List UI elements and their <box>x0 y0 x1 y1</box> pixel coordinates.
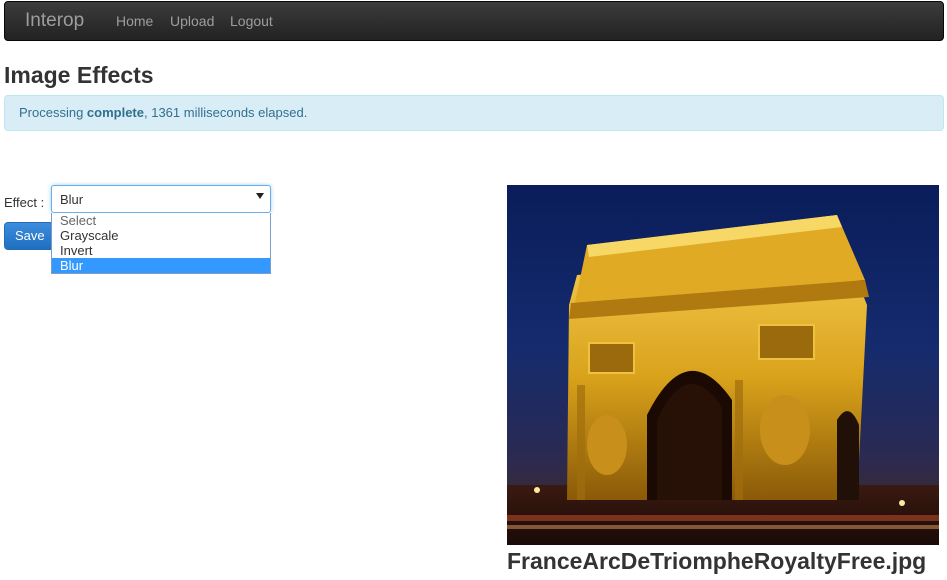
arc-de-triomphe-image <box>507 215 939 545</box>
image-filename: FranceArcDeTriompheRoyaltyFree.jpg <box>507 548 927 574</box>
brand-link[interactable]: Interop <box>25 10 84 32</box>
alert-prefix: Processing <box>19 105 87 120</box>
save-button[interactable]: Save <box>4 222 56 250</box>
option-blur[interactable]: Blur <box>52 258 270 273</box>
nav-logout-link[interactable]: Logout <box>230 13 273 29</box>
page-title: Image Effects <box>4 62 154 88</box>
alert-bold: complete <box>86 105 144 120</box>
effect-dropdown-list: Select Grayscale Invert Blur <box>51 213 271 274</box>
effect-select-value: Blur <box>60 192 84 207</box>
option-grayscale[interactable]: Grayscale <box>52 228 270 243</box>
option-invert[interactable]: Invert <box>52 243 270 258</box>
navbar: Interop Home Upload Logout <box>4 1 944 41</box>
status-alert: Processing complete, 1361 milliseconds e… <box>4 95 944 131</box>
option-select[interactable]: Select <box>52 213 270 228</box>
alert-suffix: , 1361 milliseconds elapsed. <box>144 105 308 120</box>
result-image <box>507 185 939 545</box>
effect-label: Effect : <box>4 195 45 210</box>
effect-select[interactable]: Blur <box>51 185 271 213</box>
nav-upload-link[interactable]: Upload <box>170 13 214 29</box>
chevron-down-icon <box>256 193 264 199</box>
nav-home-link[interactable]: Home <box>116 13 153 29</box>
